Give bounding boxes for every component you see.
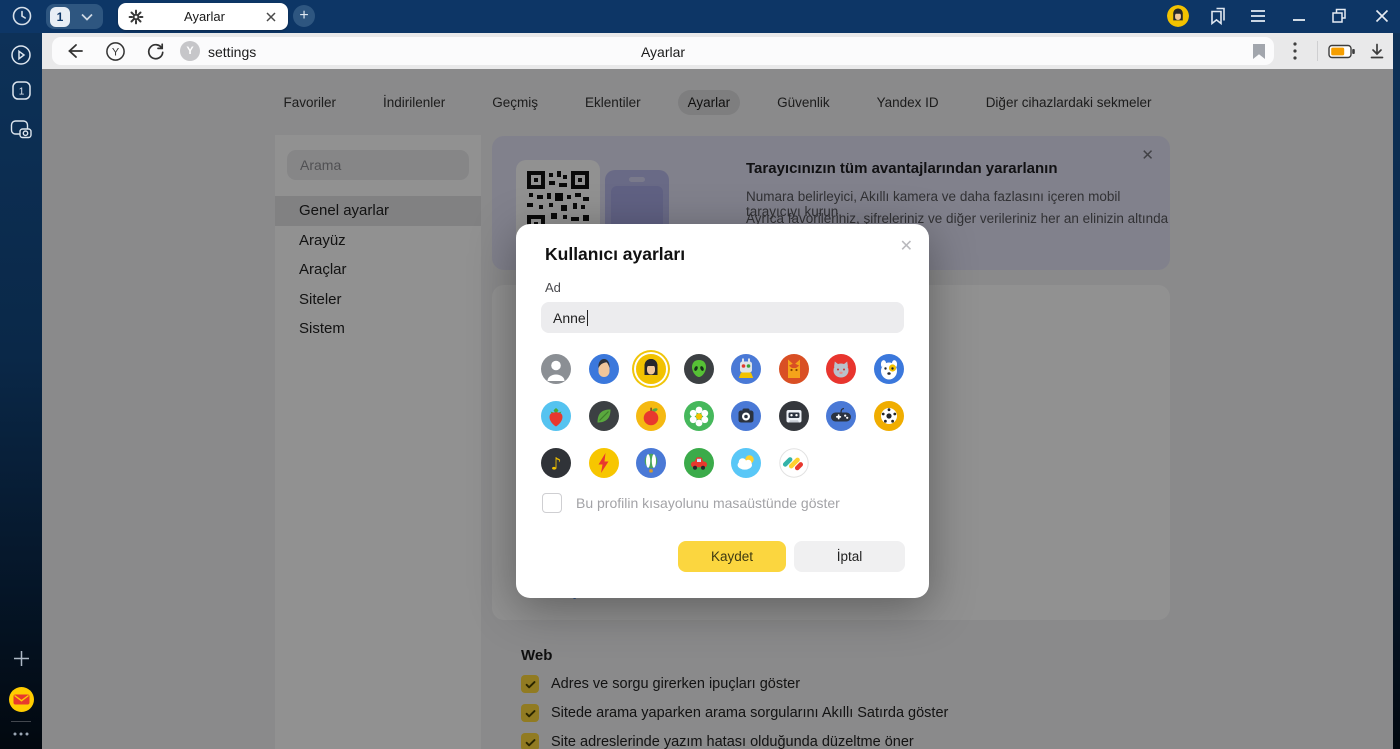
avatar-gamepad[interactable] [826, 401, 856, 431]
name-label: Ad [545, 280, 561, 295]
tab-count-badge: 1 [50, 7, 70, 27]
history-clock-icon[interactable] [10, 4, 34, 28]
avatar-robot[interactable] [731, 354, 761, 384]
dialog-close-icon[interactable]: ✕ [900, 236, 913, 256]
refresh-icon[interactable] [145, 41, 166, 62]
download-icon[interactable] [1368, 42, 1386, 61]
svg-text:♪: ♪ [551, 455, 562, 475]
shortcut-checkbox[interactable] [542, 493, 562, 513]
profile-name-value: Anne [553, 310, 586, 326]
avatar-football[interactable] [874, 401, 904, 431]
battery-icon[interactable] [1328, 44, 1356, 59]
tab-bar: 1 Ayarlar + [0, 0, 1400, 33]
save-button[interactable]: Kaydet [678, 541, 786, 572]
avatar-woman[interactable] [636, 354, 666, 384]
active-tab[interactable]: Ayarlar [118, 3, 288, 30]
bookmark-flag-icon[interactable] [1252, 43, 1266, 60]
avatar-cassette[interactable] [779, 401, 809, 431]
dialog-title: Kullanıcı ayarları [545, 244, 685, 265]
avatar-default-person[interactable] [541, 354, 571, 384]
avatar-color-stripes[interactable] [779, 448, 809, 478]
avatar-dog[interactable] [874, 354, 904, 384]
avatar-strawberry[interactable] [541, 401, 571, 431]
browser-side-panel: 1 [0, 33, 42, 749]
site-favicon: Y [180, 41, 200, 61]
side-panel-divider [11, 721, 31, 722]
avatar-flower[interactable] [684, 401, 714, 431]
window-frame-right [1393, 33, 1400, 749]
text-caret [587, 310, 588, 326]
avatar-alien[interactable] [684, 354, 714, 384]
yandex-mail-icon[interactable] [8, 686, 35, 713]
svg-text:1: 1 [19, 87, 25, 98]
tab-group-icon[interactable]: 1 [12, 81, 31, 100]
yandex-icon[interactable]: Y [105, 41, 126, 62]
url-text[interactable]: settings [208, 44, 256, 60]
close-tab-icon[interactable] [265, 11, 277, 23]
tab-title: Ayarlar [144, 9, 265, 24]
profile-name-input[interactable]: Anne [541, 302, 904, 333]
profile-avatar[interactable] [1167, 5, 1189, 27]
kebab-icon[interactable] [1292, 41, 1298, 61]
play-circle-icon[interactable] [9, 43, 33, 67]
tab-counter-button[interactable]: 1 [46, 4, 103, 29]
avatar-orange-cat[interactable] [779, 354, 809, 384]
avatar-lightning[interactable] [589, 448, 619, 478]
restore-icon[interactable] [1328, 4, 1350, 28]
add-icon[interactable] [13, 650, 30, 667]
toolbar-divider [1317, 41, 1318, 61]
minimize-icon[interactable] [1288, 4, 1310, 28]
shortcut-checkbox-row: Bu profilin kısayolunu masaüstünde göste… [542, 493, 840, 513]
screenshot-icon[interactable] [10, 119, 33, 140]
avatar-gray-cat[interactable] [826, 354, 856, 384]
address-toolbar: Ayarlar Y Y settings [42, 33, 1393, 70]
bookmarks-icon[interactable] [1206, 4, 1230, 28]
svg-text:Y: Y [112, 47, 120, 59]
chevron-down-icon [75, 12, 99, 22]
avatar-apple[interactable] [636, 401, 666, 431]
avatar-grid: ♪ [541, 354, 906, 478]
avatar-man[interactable] [589, 354, 619, 384]
new-tab-plus-icon[interactable]: + [293, 5, 315, 27]
avatar-weather[interactable] [731, 448, 761, 478]
user-settings-dialog: Kullanıcı ayarları ✕ Ad Anne ♪ Bu profil… [516, 224, 929, 598]
avatar-air-balloon[interactable] [636, 448, 666, 478]
avatar-music-note[interactable]: ♪ [541, 448, 571, 478]
gear-icon [128, 9, 144, 25]
shortcut-checkbox-label: Bu profilin kısayolunu masaüstünde göste… [576, 495, 840, 511]
omnibox[interactable]: Ayarlar Y Y settings [52, 37, 1274, 65]
back-icon[interactable] [64, 41, 86, 61]
avatar-camera[interactable] [731, 401, 761, 431]
menu-icon[interactable] [1248, 8, 1268, 24]
avatar-leaf[interactable] [589, 401, 619, 431]
close-window-icon[interactable] [1371, 4, 1393, 28]
more-dots-icon[interactable] [12, 731, 30, 737]
avatar-car[interactable] [684, 448, 714, 478]
cancel-button[interactable]: İptal [794, 541, 905, 572]
